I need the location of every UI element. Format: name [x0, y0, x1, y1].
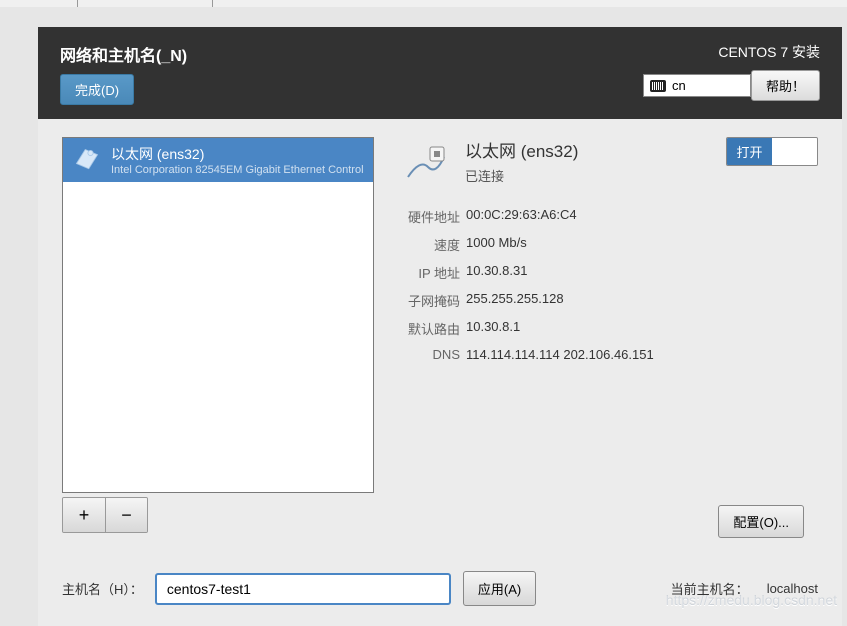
watermark: https://zmedu.blog.csdn.net — [666, 592, 837, 608]
info-val-dns: 114.114.114.114 202.106.46.151 — [466, 347, 818, 362]
kb-help-group: cn 帮助！ — [643, 70, 820, 101]
right-column: 以太网 (ens32) 已连接 打开 硬件地址 00:0C:29:63:A6:C… — [394, 137, 818, 362]
keyboard-indicator[interactable]: cn — [643, 74, 751, 97]
detail-title-block: 以太网 (ens32) 已连接 — [465, 137, 578, 185]
content-row: 以太网 (ens32) Intel Corporation 82545EM Gi… — [62, 137, 818, 533]
toggle-on-label: 打开 — [727, 138, 772, 165]
top-strip — [0, 0, 847, 7]
ethernet-icon — [73, 146, 101, 174]
detail-status: 已连接 — [465, 166, 578, 185]
device-name: 以太网 (ens32) — [111, 144, 363, 164]
left-column: 以太网 (ens32) Intel Corporation 82545EM Gi… — [62, 137, 374, 533]
top-cell-1 — [0, 0, 78, 7]
info-val-mask: 255.255.255.128 — [466, 291, 818, 310]
header-right: CENTOS 7 安装 cn 帮助！ — [643, 42, 820, 101]
keyboard-layout-text: cn — [672, 78, 686, 93]
toggle-off-side — [772, 138, 817, 165]
header: 网络和主机名(_N) 完成(D) CENTOS 7 安装 cn 帮助！ — [38, 27, 842, 119]
content: 以太网 (ens32) Intel Corporation 82545EM Gi… — [38, 119, 842, 626]
ethernet-detail-icon — [402, 141, 450, 189]
network-toggle[interactable]: 打开 — [726, 137, 818, 166]
hostname-input[interactable] — [155, 573, 451, 605]
hostname-label: 主机名（H）： — [62, 579, 143, 598]
info-val-ip: 10.30.8.31 — [466, 263, 818, 282]
info-grid: 硬件地址 00:0C:29:63:A6:C4 速度 1000 Mb/s IP 地… — [402, 207, 818, 362]
device-texts: 以太网 (ens32) Intel Corporation 82545EM Gi… — [111, 144, 363, 176]
detail-header: 以太网 (ens32) 已连接 打开 — [402, 137, 818, 189]
info-val-speed: 1000 Mb/s — [466, 235, 818, 254]
header-left: 网络和主机名(_N) 完成(D) — [60, 42, 187, 105]
done-button[interactable]: 完成(D) — [60, 74, 134, 105]
keyboard-icon — [650, 80, 666, 92]
detail-title: 以太网 (ens32) — [465, 137, 578, 162]
remove-device-button[interactable]: − — [105, 498, 147, 532]
device-list[interactable]: 以太网 (ens32) Intel Corporation 82545EM Gi… — [62, 137, 374, 493]
configure-button[interactable]: 配置(O)... — [718, 505, 804, 538]
toggle-wrap: 打开 — [726, 137, 818, 166]
info-label-speed: 速度 — [402, 235, 460, 254]
apply-button[interactable]: 应用(A) — [463, 571, 536, 606]
main-panel: 网络和主机名(_N) 完成(D) CENTOS 7 安装 cn 帮助！ — [38, 27, 842, 626]
help-button[interactable]: 帮助！ — [751, 70, 820, 101]
device-desc: Intel Corporation 82545EM Gigabit Ethern… — [111, 164, 363, 176]
install-title: CENTOS 7 安装 — [643, 42, 820, 62]
info-label-hw: 硬件地址 — [402, 207, 460, 226]
info-label-gw: 默认路由 — [402, 319, 460, 338]
add-remove-group: + − — [62, 497, 148, 533]
device-item[interactable]: 以太网 (ens32) Intel Corporation 82545EM Gi… — [63, 138, 373, 182]
top-cell-2 — [78, 0, 213, 7]
page-title: 网络和主机名(_N) — [60, 42, 187, 66]
info-label-mask: 子网掩码 — [402, 291, 460, 310]
info-val-hw: 00:0C:29:63:A6:C4 — [466, 207, 818, 226]
info-label-dns: DNS — [402, 347, 460, 362]
add-device-button[interactable]: + — [63, 498, 105, 532]
info-label-ip: IP 地址 — [402, 263, 460, 282]
info-val-gw: 10.30.8.1 — [466, 319, 818, 338]
